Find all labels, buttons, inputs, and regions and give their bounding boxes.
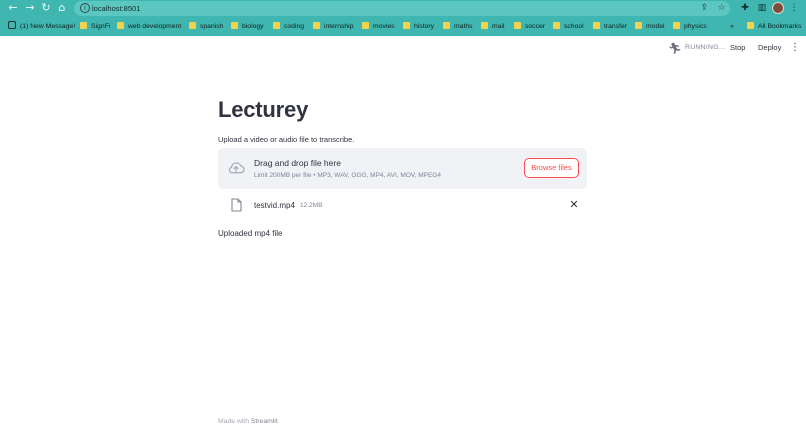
reload-icon[interactable]: ↻ [39,1,53,15]
bookmark-folder[interactable]: history [403,19,434,35]
dropzone-limit: Limit 200MB per file • MP3, WAV, OGG, MP… [254,172,441,179]
site-info-icon[interactable]: i [80,3,90,13]
profile-avatar[interactable] [772,2,784,14]
folder-icon [514,22,521,29]
folder-icon [635,22,642,29]
bookmark-folder[interactable]: biology [231,19,264,35]
bookmarks-overflow-button[interactable]: » [730,19,734,35]
site-favicon-icon [8,21,16,29]
bookmark-folder[interactable]: transfer [593,19,627,35]
deploy-button[interactable]: Deploy [758,43,781,52]
folder-icon [189,22,196,29]
bookmark-folder[interactable]: model [635,19,665,35]
folder-icon [362,22,369,29]
folder-icon [481,22,488,29]
bookmark-folder[interactable]: web development [117,19,181,35]
bookmark-folder[interactable]: coding [273,19,304,35]
running-man-icon: 🏃︎ [668,42,682,55]
folder-icon [273,22,280,29]
bookmark-folder[interactable]: internship [313,19,353,35]
bookmark-star-icon[interactable]: ☆ [715,2,728,15]
uploaded-file-name: testvid.mp4 [254,201,295,210]
share-icon[interactable]: ⇪ [698,2,711,15]
bookmark-folder[interactable]: movies [362,19,395,35]
folder-icon [117,22,124,29]
forward-icon[interactable]: → [23,1,37,15]
bookmark-folder[interactable]: soccer [514,19,545,35]
folder-icon [231,22,238,29]
browser-menu-icon[interactable]: ⋮ [788,2,800,14]
browser-navbar: ← → ↻ ⌂ i localhost:8501 ⇪ ☆ ✚ ▥ ⋮ [0,0,806,17]
footer-prefix: Made with [218,418,249,425]
folder-icon [593,22,600,29]
stop-button[interactable]: Stop [730,43,745,52]
folder-icon [313,22,320,29]
streamlit-link[interactable]: Streamlit [251,418,278,425]
bookmark-folder[interactable]: school [553,19,584,35]
all-bookmarks-button[interactable]: All Bookmarks [747,19,801,35]
folder-icon [443,22,450,29]
file-dropzone[interactable]: Drag and drop file here Limit 200MB per … [218,148,587,189]
file-uploader-label: Upload a video or audio file to transcri… [218,135,355,144]
dropzone-title: Drag and drop file here [254,158,341,168]
folder-icon [553,22,560,29]
footer: Made with Streamlit [218,418,278,425]
home-icon[interactable]: ⌂ [55,1,69,15]
remove-file-icon[interactable]: ✕ [568,198,580,212]
upload-status-text: Uploaded mp4 file [218,229,283,238]
page-title: Lecturey [218,97,309,122]
cloud-upload-icon [228,162,245,174]
back-icon[interactable]: ← [6,1,20,15]
main-menu-icon[interactable]: ⋮ [790,42,800,54]
browse-files-button[interactable]: Browse files [524,158,579,178]
bookmark-folder[interactable]: SignFi [80,19,110,35]
bookmark-folder[interactable]: physics [673,19,707,35]
folder-icon [80,22,87,29]
browser-chrome: ← → ↻ ⌂ i localhost:8501 ⇪ ☆ ✚ ▥ ⋮ (1) N… [0,0,806,36]
folder-icon [403,22,410,29]
address-url[interactable]: localhost:8501 [92,2,140,15]
extensions-icon[interactable]: ✚ [739,2,751,14]
bookmark-folder[interactable]: mail [481,19,504,35]
bookmark-folder[interactable]: spanish [189,19,223,35]
folder-icon [673,22,680,29]
bookmark-folder[interactable]: maths [443,19,473,35]
bookmark-new-message[interactable]: (1) New Message! [8,19,75,35]
running-status: RUNNING... [685,44,726,51]
uploaded-file-size: 12.2MB [300,202,323,209]
bookmarks-bar: (1) New Message! SignFi web development … [0,19,806,35]
folder-icon [747,22,754,29]
address-bar[interactable]: i localhost:8501 ⇪ ☆ [74,1,730,16]
uploaded-file-row: testvid.mp4 12.2MB ✕ [218,197,587,215]
side-panel-icon[interactable]: ▥ [756,2,768,14]
file-icon [231,198,242,212]
